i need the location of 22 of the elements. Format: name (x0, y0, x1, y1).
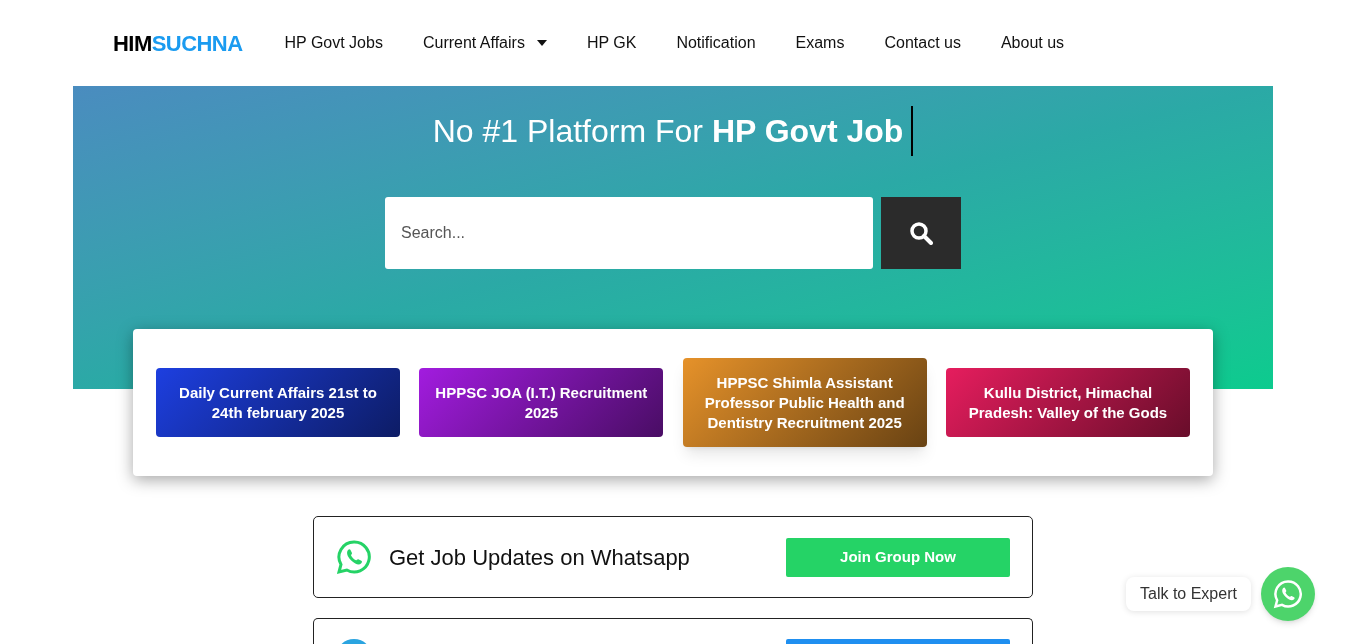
caret-icon (536, 40, 547, 46)
post-card[interactable]: Kullu District, Himachal Pradesh: Valley of the Gods (946, 368, 1190, 437)
search-button[interactable] (881, 197, 961, 269)
hero-title: No #1 Platform For HP Govt Job (432, 112, 904, 151)
site-logo[interactable]: HIMSUCHNA (113, 26, 243, 60)
chat-label[interactable]: Talk to Expert (1126, 577, 1251, 611)
search-field[interactable]: Search... (385, 197, 873, 269)
nav-link[interactable]: Contact us (864, 31, 981, 55)
post-card[interactable]: Daily Current Affairs 21st to 24th february 2025 (156, 368, 400, 437)
text-cursor (911, 106, 914, 156)
nav-link[interactable]: About us (980, 31, 1085, 55)
nav-link[interactable]: Exams (775, 31, 865, 55)
nav-link[interactable]: HP GK (566, 31, 657, 55)
post-card[interactable]: HPPSC JOA (I.T.) Recruitment 2025 (419, 368, 664, 437)
whatsapp-icon (336, 539, 372, 575)
nav-link[interactable]: Current Affairs (402, 31, 567, 55)
search-icon (909, 221, 933, 245)
whatsapp-icon (1272, 579, 1303, 609)
post-card[interactable]: HPPSC Shimla Assistant Professor Public Health and Dentistry Recruitment 2025 (682, 358, 927, 447)
whatsapp-text: Get Job Updates on Whatsapp (389, 543, 690, 572)
nav-link[interactable]: Notification (656, 31, 776, 55)
nav-link[interactable]: HP Govt Jobs (264, 31, 403, 55)
